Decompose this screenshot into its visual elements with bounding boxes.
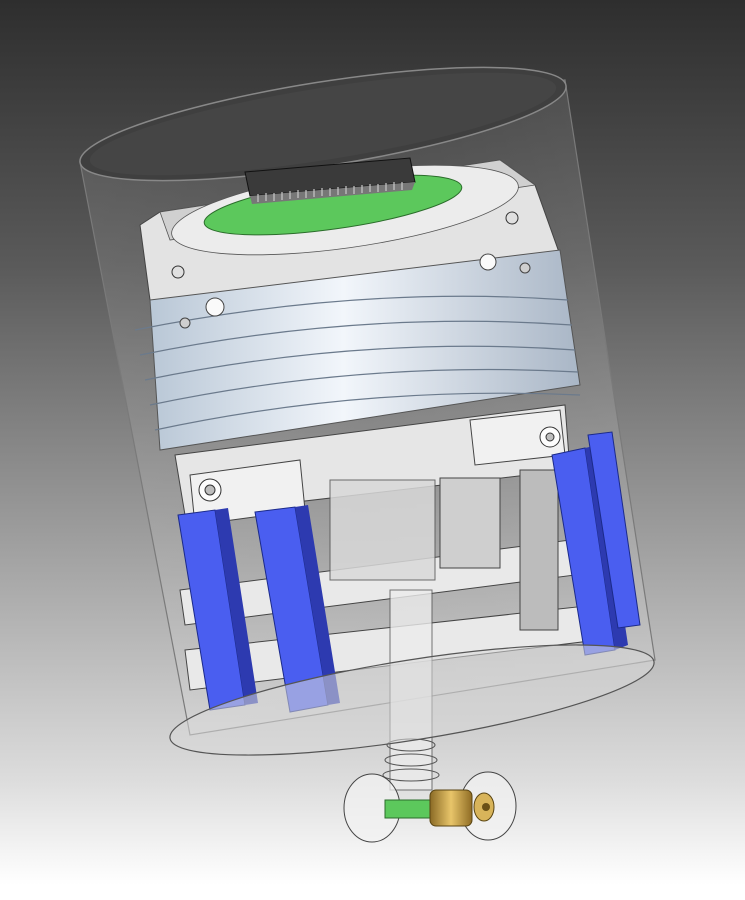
bottom-margin xyxy=(0,885,745,900)
cad-viewport xyxy=(0,0,745,885)
cad-model xyxy=(79,66,656,843)
